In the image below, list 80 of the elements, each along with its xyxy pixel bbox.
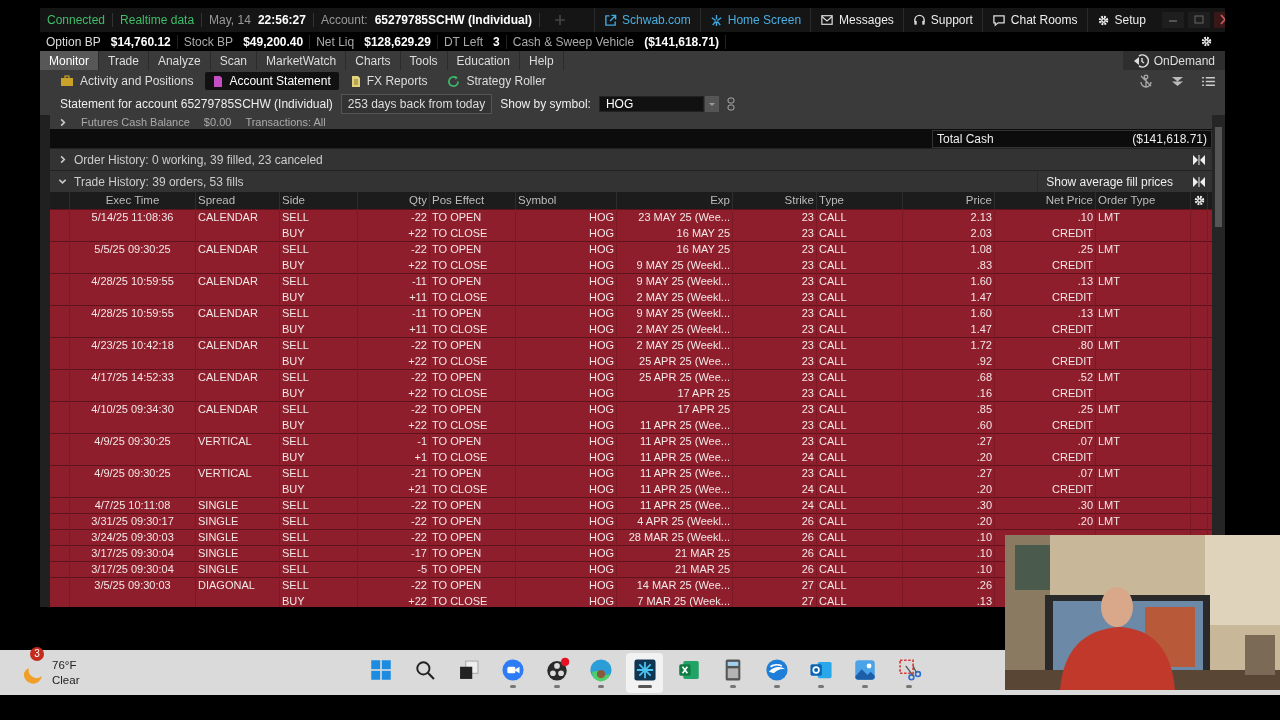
total-cash-value: ($141,618.71) bbox=[1132, 131, 1207, 146]
table-cell: 27 bbox=[733, 593, 817, 607]
statement-account-text: Statement for account 65279785SCHW (Individual) bbox=[60, 96, 333, 111]
external-link-icon bbox=[604, 13, 618, 27]
weather-condition: Clear bbox=[52, 672, 80, 688]
collapse-down-icon[interactable] bbox=[1171, 75, 1184, 87]
history-icon bbox=[1132, 53, 1149, 68]
connection-status: Connected bbox=[40, 13, 114, 27]
sub-tab[interactable]: FX Reports bbox=[342, 72, 436, 90]
balance-label: Cash & Sweep Vehicle bbox=[512, 34, 635, 49]
collapse-icon[interactable] bbox=[1192, 175, 1206, 188]
calculator-icon[interactable] bbox=[725, 659, 740, 681]
snipping-tool-icon[interactable] bbox=[898, 659, 921, 681]
photos-app-icon[interactable] bbox=[854, 660, 875, 680]
sub-tab[interactable]: Activity and Positions bbox=[52, 72, 202, 90]
sub-tab[interactable]: Strategy Roller bbox=[439, 72, 554, 90]
list-icon[interactable] bbox=[1202, 75, 1215, 87]
table-cell: 7 MAR 25 (Week... bbox=[617, 593, 733, 607]
table-cell: .13 bbox=[903, 593, 995, 607]
task-view-icon[interactable] bbox=[459, 660, 478, 679]
notification-count: 3 bbox=[30, 646, 44, 661]
table-cell: HOG bbox=[516, 593, 617, 607]
balance-label: Net Liq bbox=[316, 34, 355, 49]
on-demand-button[interactable]: OnDemand bbox=[1122, 51, 1225, 70]
recorder-app-icon[interactable] bbox=[546, 657, 569, 681]
scrollbar-thumb[interactable] bbox=[1215, 127, 1222, 227]
briefcase-icon bbox=[60, 75, 74, 87]
balance-label: Option BP bbox=[46, 34, 101, 49]
account-id[interactable]: 65279785SCHW (Individual) bbox=[367, 13, 541, 27]
video-app-icon[interactable] bbox=[501, 659, 524, 681]
windows-start-icon[interactable] bbox=[370, 660, 391, 680]
section-title[interactable]: Order History: 0 working, 39 filled, 23 canceled bbox=[74, 152, 323, 167]
chat-bubble-icon bbox=[991, 13, 1006, 27]
document-icon bbox=[350, 74, 361, 88]
column-settings-icon[interactable] bbox=[1192, 194, 1206, 207]
transactions-filter[interactable]: Transactions: All bbox=[245, 116, 326, 128]
balance-label: Stock BP bbox=[183, 34, 234, 49]
trading-app-icon[interactable] bbox=[633, 659, 656, 681]
table-cell: CALL bbox=[817, 593, 903, 607]
bird-app-icon[interactable] bbox=[765, 659, 788, 681]
chevron-down-icon[interactable] bbox=[58, 177, 67, 186]
table-cell: BUY bbox=[280, 593, 358, 607]
clock-time: 22:56:27 bbox=[257, 13, 314, 27]
futures-cash-value: $0.00 bbox=[203, 116, 232, 128]
chevron-right-icon[interactable] bbox=[58, 155, 67, 164]
weather-temperature: 76°F bbox=[52, 657, 78, 673]
document-icon bbox=[213, 74, 224, 88]
refresh-icon bbox=[447, 74, 461, 88]
account-label: Account: bbox=[319, 13, 368, 27]
anchor-icon[interactable] bbox=[1139, 74, 1153, 88]
sub-tab[interactable]: Account Statement bbox=[205, 72, 339, 90]
balance-value: 3 bbox=[493, 34, 500, 49]
table-cell: +22 bbox=[358, 593, 430, 607]
mail-app-icon[interactable] bbox=[809, 661, 832, 679]
total-cash-label: Total Cash bbox=[937, 131, 994, 146]
date-label: May, 14 bbox=[208, 13, 252, 27]
data-feed-status: Realtime data bbox=[113, 13, 203, 27]
section-title[interactable]: Trade History: 39 orders, 53 fills bbox=[74, 174, 244, 189]
settings-icon[interactable] bbox=[1200, 35, 1213, 48]
search-icon[interactable] bbox=[415, 661, 435, 680]
balance-value: $49,200.40 bbox=[243, 34, 304, 49]
balance-value: $14,760.12 bbox=[110, 34, 171, 49]
envelope-icon bbox=[820, 14, 835, 26]
symbol-filter-label: Show by symbol: bbox=[500, 96, 591, 111]
balance-label: DT Left bbox=[443, 34, 484, 49]
main-tab[interactable]: Monitor bbox=[40, 51, 99, 70]
symbol-field[interactable]: HOG bbox=[598, 95, 704, 112]
browser-icon[interactable] bbox=[589, 659, 612, 682]
collapse-icon[interactable] bbox=[1192, 153, 1206, 166]
headset-icon bbox=[912, 13, 926, 27]
balance-value: ($141,618.71) bbox=[644, 34, 719, 49]
link-icon[interactable] bbox=[726, 96, 735, 111]
futures-cash-label: Futures Cash Balance bbox=[81, 116, 190, 128]
table-cell: TO CLOSE bbox=[430, 593, 516, 607]
balance-value: $128,629.29 bbox=[364, 34, 431, 49]
settings-icon[interactable] bbox=[1096, 13, 1110, 27]
sparkle-icon bbox=[709, 13, 723, 27]
spreadsheet-app-icon[interactable] bbox=[678, 661, 699, 679]
date-range-selector[interactable]: 253 days back from today bbox=[340, 93, 493, 114]
chevron-icon[interactable] bbox=[58, 117, 67, 127]
